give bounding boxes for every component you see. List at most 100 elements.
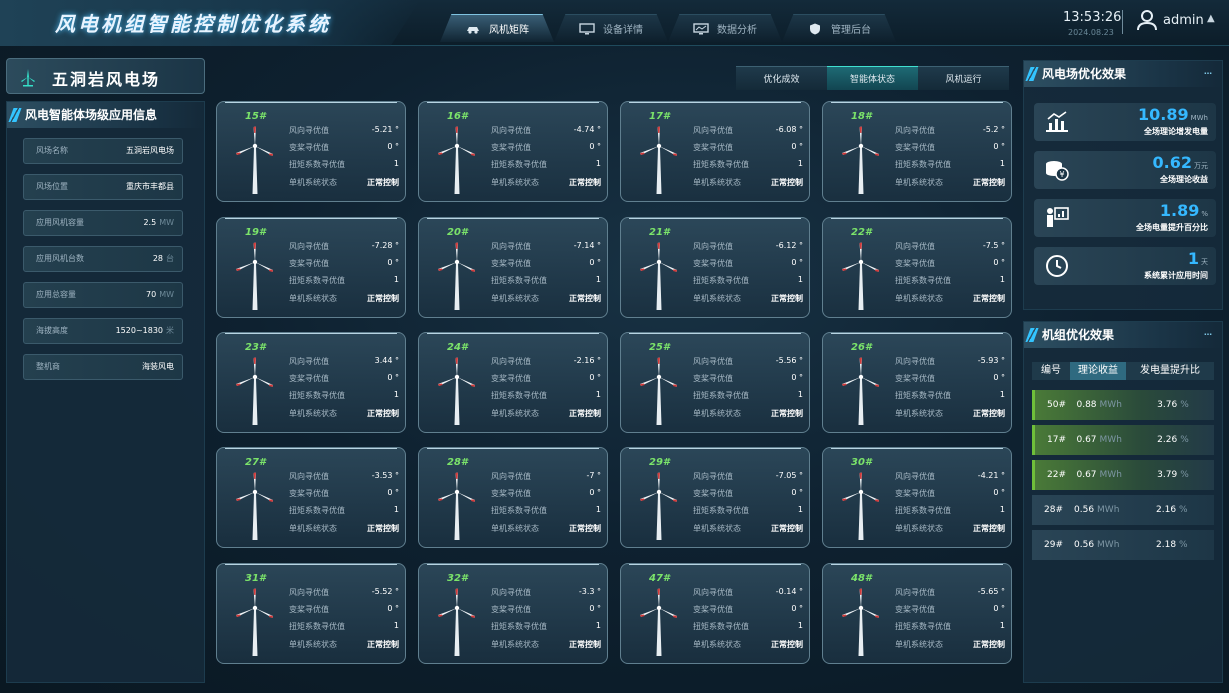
status-value: 正常控制: [973, 178, 1005, 187]
wind-opt-value: -7.05 °: [775, 471, 803, 480]
wind-opt-value: -7.5 °: [982, 241, 1005, 250]
income-value: 0.67: [1076, 435, 1097, 445]
tab-agent-status[interactable]: 智能体状态: [827, 66, 918, 90]
turbine-card[interactable]: 32# 风向寻优值 -3.3 ° 变桨寻优值 0 ° 扭矩系数寻优值 1 单机系统状态…: [418, 563, 608, 664]
nav-item-data-analysis[interactable]: 数据分析: [668, 14, 782, 42]
farm-name: 五洞岩风电场: [52, 70, 161, 89]
turbine-card[interactable]: 18# 风向寻优值 -5.2 ° 变桨寻优值 0 ° 扭矩系数寻优值 1 单机系统状态…: [822, 101, 1012, 202]
table-row[interactable]: 28# 0.56 MWh 2.16%: [1032, 495, 1214, 525]
status-value: 正常控制: [973, 294, 1005, 303]
turbine-card[interactable]: 25# 风向寻优值 -5.56 ° 变桨寻优值 0 ° 扭矩系数寻优值 1 单机系统状…: [620, 332, 810, 433]
info-value: 1520~1830: [115, 326, 163, 335]
table-row[interactable]: 22# 0.67 MWh 3.79%: [1032, 460, 1214, 490]
torque-opt-row: 扭矩系数寻优值 1: [289, 275, 401, 287]
turbine-card[interactable]: 21# 风向寻优值 -6.12 ° 变桨寻优值 0 ° 扭矩系数寻优值 1 单机系统状…: [620, 217, 810, 318]
nav-label: 管理后台: [831, 25, 871, 36]
income-value: 0.67: [1076, 470, 1097, 480]
pitch-opt-row: 变桨寻优值 0 °: [491, 258, 603, 270]
user-icon[interactable]: [1137, 9, 1157, 31]
pitch-opt-row: 变桨寻优值 0 °: [289, 142, 401, 154]
top-header: 风电机组智能控制优化系统 风机矩阵 设备详情 数据分析 管理后台 13:53:2…: [0, 0, 1229, 46]
turbine-card[interactable]: 23# 风向寻优值 3.44 ° 变桨寻优值 0 ° 扭矩系数寻优值 1 单机系统状态…: [216, 332, 406, 433]
column-header-lift[interactable]: 发电量提升比: [1126, 362, 1214, 380]
pitch-opt-row: 变桨寻优值 0 °: [693, 373, 805, 385]
turbine-id: 27#: [245, 457, 266, 468]
tab-turbine-operation[interactable]: 风机运行: [918, 66, 1009, 90]
username[interactable]: admin: [1163, 13, 1204, 28]
info-key: 应用总容量: [36, 290, 76, 299]
income-value: 0.88: [1076, 400, 1097, 410]
torque-opt-row: 扭矩系数寻优值 1: [693, 505, 805, 517]
status-value: 正常控制: [367, 524, 399, 533]
turbine-card[interactable]: 48# 风向寻优值 -5.65 ° 变桨寻优值 0 ° 扭矩系数寻优值 1 单机系统状…: [822, 563, 1012, 664]
field-label: 扭矩系数寻优值: [895, 506, 951, 515]
field-label: 扭矩系数寻优值: [895, 276, 951, 285]
turbine-card[interactable]: 26# 风向寻优值 -5.93 ° 变桨寻优值 0 ° 扭矩系数寻优值 1 单机系统状…: [822, 332, 1012, 433]
column-header-id[interactable]: 编号: [1032, 362, 1070, 380]
wind-turbine-icon: [236, 472, 273, 540]
turbine-card[interactable]: 20# 风向寻优值 -7.14 ° 变桨寻优值 0 ° 扭矩系数寻优值 1 单机系统状…: [418, 217, 608, 318]
torque-opt-value: 1: [393, 390, 399, 399]
field-label: 变桨寻优值: [895, 259, 935, 268]
field-label: 单机系统状态: [895, 294, 943, 303]
turbine-card[interactable]: 24# 风向寻优值 -2.16 ° 变桨寻优值 0 ° 扭矩系数寻优值 1 单机系统状…: [418, 332, 608, 433]
field-label: 风向寻优值: [491, 357, 531, 366]
column-header-income[interactable]: 理论收益: [1070, 362, 1126, 380]
caret-up-icon[interactable]: ▲: [1207, 13, 1215, 24]
field-label: 变桨寻优值: [895, 143, 935, 152]
torque-opt-row: 扭矩系数寻优值 1: [289, 505, 401, 517]
info-key: 风场名称: [36, 146, 68, 155]
panel-title: 风电场优化效果: [1042, 67, 1127, 81]
turbine-card[interactable]: 47# 风向寻优值 -0.14 ° 变桨寻优值 0 ° 扭矩系数寻优值 1 单机系统状…: [620, 563, 810, 664]
farm-info-panel: 风电智能体场级应用信息 风场名称 五洞岩风电场 风场位置 重庆市丰都县 应用风机容量…: [6, 101, 205, 683]
income-unit: MWh: [1099, 470, 1122, 480]
field-label: 变桨寻优值: [895, 605, 935, 614]
stat-card: 1.89% 全场电量提升百分比: [1034, 199, 1216, 237]
info-value: 五洞岩风电场: [126, 146, 174, 155]
main-nav: 风机矩阵 设备详情 数据分析 管理后台: [440, 14, 896, 42]
status-value: 正常控制: [771, 294, 803, 303]
wind-opt-value: -7 °: [586, 471, 601, 480]
unit-id: 22#: [1047, 470, 1066, 480]
table-header: 编号 理论收益 发电量提升比: [1032, 362, 1214, 380]
tab-optimization-effect[interactable]: 优化成效: [736, 66, 827, 90]
torque-opt-row: 扭矩系数寻优值 1: [289, 621, 401, 633]
turbine-card[interactable]: 29# 风向寻优值 -7.05 ° 变桨寻优值 0 ° 扭矩系数寻优值 1 单机系统状…: [620, 447, 810, 548]
field-label: 风向寻优值: [693, 242, 733, 251]
info-key: 应用风机台数: [36, 254, 84, 263]
turbine-card[interactable]: 30# 风向寻优值 -4.21 ° 变桨寻优值 0 ° 扭矩系数寻优值 1 单机系统状…: [822, 447, 1012, 548]
turbine-card[interactable]: 22# 风向寻优值 -7.5 ° 变桨寻优值 0 ° 扭矩系数寻优值 1 单机系统状态…: [822, 217, 1012, 318]
torque-opt-value: 1: [999, 621, 1005, 630]
stat-unit: %: [1201, 210, 1208, 218]
turbine-id: 31#: [245, 573, 266, 584]
torque-opt-value: 1: [797, 505, 803, 514]
status-value: 正常控制: [367, 178, 399, 187]
turbine-card[interactable]: 15# 风向寻优值 -5.21 ° 变桨寻优值 0 ° 扭矩系数寻优值 1 单机系统状…: [216, 101, 406, 202]
turbine-card[interactable]: 28# 风向寻优值 -7 ° 变桨寻优值 0 ° 扭矩系数寻优值 1 单机系统状态 正常…: [418, 447, 608, 548]
field-label: 单机系统状态: [895, 640, 943, 649]
panel-header: 风电智能体场级应用信息: [7, 102, 204, 128]
field-label: 风向寻优值: [491, 472, 531, 481]
torque-opt-value: 1: [999, 275, 1005, 284]
field-label: 风向寻优值: [289, 357, 329, 366]
turbine-card[interactable]: 16# 风向寻优值 -4.74 ° 变桨寻优值 0 ° 扭矩系数寻优值 1 单机系统状…: [418, 101, 608, 202]
turbine-card[interactable]: 19# 风向寻优值 -7.28 ° 变桨寻优值 0 ° 扭矩系数寻优值 1 单机系统状…: [216, 217, 406, 318]
field-label: 扭矩系数寻优值: [693, 276, 749, 285]
table-row[interactable]: 29# 0.56 MWh 2.18%: [1032, 530, 1214, 560]
pitch-opt-row: 变桨寻优值 0 °: [491, 373, 603, 385]
table-row[interactable]: 50# 0.88 MWh 3.76%: [1032, 390, 1214, 420]
pitch-opt-value: 0 °: [387, 373, 399, 382]
nav-item-device-detail[interactable]: 设备详情: [554, 14, 668, 42]
torque-opt-row: 扭矩系数寻优值 1: [895, 159, 1007, 171]
field-label: 变桨寻优值: [491, 143, 531, 152]
turbine-card[interactable]: 17# 风向寻优值 -6.08 ° 变桨寻优值 0 ° 扭矩系数寻优值 1 单机系统状…: [620, 101, 810, 202]
torque-opt-value: 1: [595, 621, 601, 630]
turbine-card[interactable]: 27# 风向寻优值 -3.53 ° 变桨寻优值 0 ° 扭矩系数寻优值 1 单机系统状…: [216, 447, 406, 548]
field-label: 变桨寻优值: [289, 374, 329, 383]
wind-turbine-icon: [438, 588, 475, 656]
turbine-card[interactable]: 31# 风向寻优值 -5.52 ° 变桨寻优值 0 ° 扭矩系数寻优值 1 单机系统状…: [216, 563, 406, 664]
wind-turbine-icon: [842, 588, 879, 656]
nav-item-admin[interactable]: 管理后台: [782, 14, 896, 42]
nav-item-turbine-matrix[interactable]: 风机矩阵: [440, 14, 554, 42]
table-row[interactable]: 17# 0.67 MWh 2.26%: [1032, 425, 1214, 455]
